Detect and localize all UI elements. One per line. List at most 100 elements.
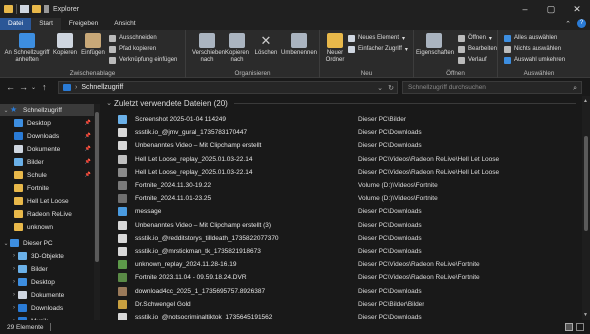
file-row[interactable]: Unbenanntes Video – Mit Clipchamp erstel… [118, 219, 578, 232]
file-list-scrollbar[interactable]: ▲ ▼ [582, 96, 590, 320]
file-row[interactable]: unknown_replay_2024.11.28-16.19 Dieser PC… [118, 258, 578, 271]
copy-button[interactable]: Kopieren [52, 33, 78, 57]
cut-button[interactable]: Ausschneiden [109, 33, 157, 43]
recent-files-group-header[interactable]: ⌄ Zuletzt verwendete Dateien (20) [104, 97, 582, 109]
sidebar-item[interactable]: Bilder 📌 [0, 156, 94, 168]
expand-chevron-icon[interactable]: › [10, 305, 18, 311]
search-input[interactable]: Schnellzugriff durchsuchen ⌕ [402, 81, 582, 94]
pin-quick-access-button[interactable]: An Schnellzugriff anheften [2, 33, 52, 64]
nav-scrollbar[interactable] [94, 104, 100, 320]
file-location: Dieser PC\Bilder [358, 116, 407, 123]
file-list: ⌄ Zuletzt verwendete Dateien (20) Screen… [104, 96, 582, 322]
address-dropdown-icon[interactable]: ⌄ [377, 84, 383, 92]
file-row[interactable]: Dr.Schwengel Gold Dieser PC\Bilder\Bilder [118, 298, 578, 311]
sidebar-item[interactable]: › Desktop [0, 276, 94, 288]
collapse-ribbon-icon[interactable]: ⌃ [565, 20, 571, 28]
tab-file[interactable]: Datei [0, 18, 32, 30]
copy-path-button[interactable]: Pfad kopieren [109, 44, 156, 54]
up-arrow-icon[interactable]: ↑ [42, 82, 47, 92]
sidebar-item[interactable]: Radeon ReLive [0, 208, 94, 220]
scroll-up-icon[interactable]: ▲ [583, 98, 588, 104]
close-button[interactable]: ✕ [564, 0, 590, 18]
details-view-icon[interactable] [565, 323, 573, 331]
delete-button[interactable]: ✕ Löschen [254, 33, 278, 57]
file-row[interactable]: ssstik.io_@jmv_gural_1735783170447 Dieser… [118, 126, 578, 139]
sidebar-item[interactable]: Schule 📌 [0, 169, 94, 181]
new-folder-icon[interactable] [32, 5, 41, 13]
sidebar-item[interactable]: › Dokumente [0, 289, 94, 301]
sidebar-item[interactable]: ⌄ ★ Schnellzugriff [0, 104, 94, 116]
tab-share[interactable]: Freigeben [61, 18, 106, 30]
file-row[interactable]: Fortnite_2024.11.30-19.22 Volume (D:)\Vid… [118, 179, 578, 192]
file-row[interactable]: message Dieser PC\Downloads [118, 205, 578, 218]
open-button[interactable]: Öffnen ▾ [458, 33, 492, 43]
rename-button[interactable]: Umbenennen [280, 33, 318, 57]
file-row[interactable]: ssstik.io_@redditstorys_tilldeath_173582… [118, 232, 578, 245]
customize-toolbar-icon[interactable] [44, 5, 49, 13]
file-row[interactable]: Screenshot 2025-01-04 114249 Dieser PC\Bi… [118, 113, 578, 126]
file-row[interactable]: Unbenanntes Video – Mit Clipchamp erstel… [118, 139, 578, 152]
easy-access-button[interactable]: Einfacher Zugriff ▾ [348, 44, 408, 54]
sidebar-item[interactable]: Dokumente 📌 [0, 143, 94, 155]
back-arrow-icon[interactable]: ← [6, 82, 15, 92]
maximize-button[interactable]: ▢ [538, 0, 564, 18]
paste-button[interactable]: Einfügen [79, 33, 107, 57]
help-icon[interactable]: ? [577, 19, 586, 28]
properties-button[interactable]: Eigenschaften [416, 33, 454, 57]
file-row[interactable]: Fortnite 2023.11.04 - 09.59.18.24.DVR Die… [118, 271, 578, 284]
invert-selection-button[interactable]: Auswahl umkehren [504, 55, 565, 65]
copy-to-button[interactable]: Kopieren nach [222, 33, 252, 64]
history-button[interactable]: Verlauf [458, 55, 487, 65]
select-all-button[interactable]: Alles auswählen [504, 33, 557, 43]
pin-icon [19, 33, 35, 48]
sidebar-item[interactable]: unknown [0, 221, 94, 233]
tab-view[interactable]: Ansicht [106, 18, 143, 30]
sidebar-item-label: Hell Let Loose [27, 197, 69, 205]
sidebar-item[interactable]: Downloads 📌 [0, 130, 94, 142]
expand-chevron-icon[interactable]: › [10, 253, 18, 259]
sidebar-item[interactable]: Desktop 📌 [0, 117, 94, 129]
expand-chevron-icon[interactable]: › [10, 266, 18, 272]
file-row[interactable]: download4cc_2025_1_1735695757.8926387 Die… [118, 285, 578, 298]
sidebar-item[interactable]: Hell Let Loose [0, 195, 94, 207]
address-bar[interactable]: › Schnellzugriff ⌄ ↻ [58, 81, 398, 94]
paste-shortcut-button[interactable]: Verknüpfung einfügen [109, 55, 177, 65]
video-file-icon [118, 233, 127, 243]
sidebar-item[interactable]: › Bilder [0, 263, 94, 275]
properties-icon[interactable] [20, 5, 29, 13]
expand-chevron-icon[interactable]: ⌄ [2, 240, 10, 247]
edit-button[interactable]: Bearbeiten [458, 44, 497, 54]
expand-chevron-icon[interactable]: › [10, 279, 18, 285]
file-row[interactable]: Fortnite_2024.11.01-23.25 Volume (D:)\Vid… [118, 192, 578, 205]
sidebar-item[interactable]: › Downloads [0, 302, 94, 314]
file-row[interactable]: Hell Let Loose_replay_2025.01.03-22.14 Di… [118, 166, 578, 179]
sidebar-item[interactable]: Fortnite [0, 182, 94, 194]
move-to-button[interactable]: Verschieben nach [192, 33, 225, 64]
expand-chevron-icon[interactable]: ⌄ [2, 107, 10, 114]
window-controls: – ▢ ✕ [512, 0, 590, 18]
sidebar-item[interactable]: › 3D-Objekte [0, 250, 94, 262]
pin-icon: 📌 [84, 172, 91, 178]
new-item-button[interactable]: Neues Element ▾ [348, 33, 405, 43]
select-none-button[interactable]: Nichts auswählen [504, 44, 561, 54]
organize-group: Verschieben nach Kopieren nach ✕ Löschen… [186, 30, 320, 78]
nav-scrollbar-thumb[interactable] [95, 112, 99, 262]
file-list-scrollbar-thumb[interactable] [584, 136, 588, 231]
scroll-down-icon[interactable]: ▼ [583, 312, 588, 318]
sidebar-item[interactable]: ⌄ Dieser PC [0, 237, 94, 249]
pc-icon [10, 239, 19, 247]
recent-locations-icon[interactable]: ⌄ [31, 84, 36, 91]
file-row[interactable]: ssstik.io_@mrstickman_tk_1735821918673 Di… [118, 245, 578, 258]
file-name: download4cc_2025_1_1735695757.8926387 [135, 287, 266, 295]
refresh-icon[interactable]: ↻ [388, 84, 394, 92]
file-row[interactable]: Hell Let Loose_replay_2025.01.03-22.14 Di… [118, 153, 578, 166]
new-folder-button[interactable]: Neuer Ordner [322, 33, 348, 64]
expand-chevron-icon[interactable]: › [10, 292, 18, 298]
forward-arrow-icon[interactable]: → [19, 82, 28, 92]
large-icons-view-icon[interactable] [576, 323, 584, 331]
tab-start[interactable]: Start [31, 18, 61, 30]
organize-group-label: Organisieren [234, 70, 271, 77]
new-group: Neuer Ordner Neues Element ▾ Einfacher Z… [320, 30, 414, 78]
group-title: Zuletzt verwendete Dateien (20) [114, 98, 228, 108]
minimize-button[interactable]: – [512, 0, 538, 18]
